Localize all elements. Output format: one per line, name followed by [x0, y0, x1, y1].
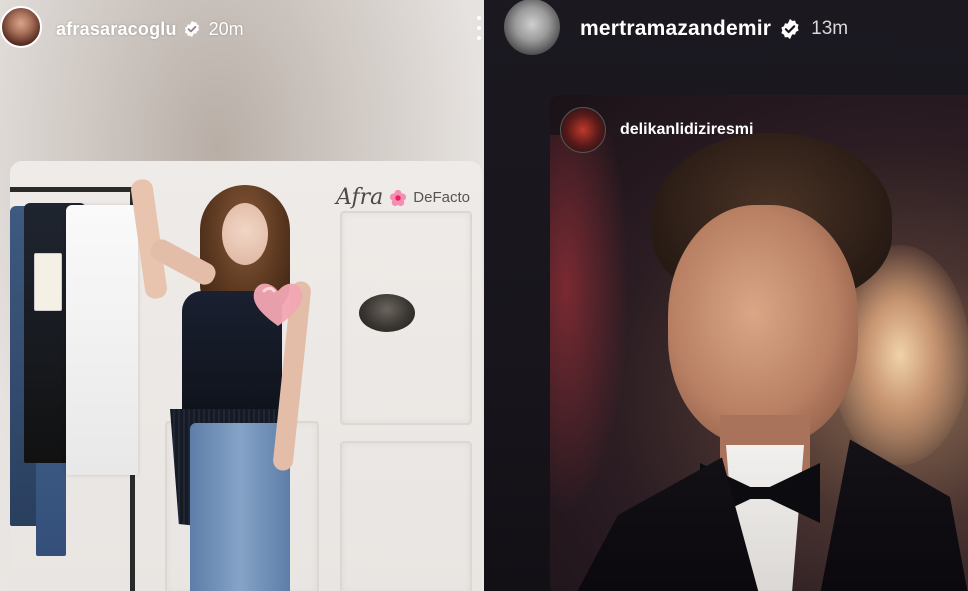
brand-name-text: DeFacto [413, 189, 470, 206]
right-profile-avatar[interactable] [504, 0, 560, 55]
brand-watermark: Afra DeFacto [336, 185, 470, 210]
left-red-glow [550, 135, 630, 515]
price-tag [34, 253, 62, 311]
reposted-post-header[interactable]: delikanlidiziresmi [560, 107, 753, 153]
left-story-time: 20m [208, 18, 244, 39]
left-profile-avatar[interactable] [0, 6, 42, 48]
man-face [668, 205, 858, 445]
garment-white-shirt [66, 205, 138, 475]
right-story-panel[interactable]: mertramazandemir 13m delikanlidiziresmi [484, 0, 968, 591]
clothing-rack-bar [10, 187, 138, 192]
right-username[interactable]: mertramazandemir [580, 17, 771, 41]
left-username[interactable]: afrasaracoglu [56, 19, 177, 40]
left-shared-post-image[interactable]: Afra DeFacto [10, 161, 482, 591]
door-panel [340, 441, 472, 591]
right-shared-post-image[interactable]: delikanlidiziresmi [550, 95, 968, 591]
flower-icon [390, 189, 407, 206]
verified-badge-icon [183, 20, 201, 38]
heart-sticker-icon [253, 283, 303, 326]
reposted-account-avatar[interactable] [560, 107, 606, 153]
left-story-panel[interactable]: afrasaracoglu 20m Afra DeFacto [0, 0, 484, 591]
model-face [222, 203, 268, 265]
left-story-header: afrasaracoglu 20m [0, 0, 484, 58]
reposted-username[interactable]: delikanlidiziresmi [620, 121, 753, 139]
more-vertical-icon[interactable] [476, 16, 482, 40]
right-story-header: mertramazandemir 13m [484, 0, 968, 58]
right-story-time: 13m [811, 18, 849, 39]
verified-badge-icon [779, 18, 801, 40]
brand-script-text: Afra [336, 185, 384, 210]
door-handle [359, 294, 415, 332]
